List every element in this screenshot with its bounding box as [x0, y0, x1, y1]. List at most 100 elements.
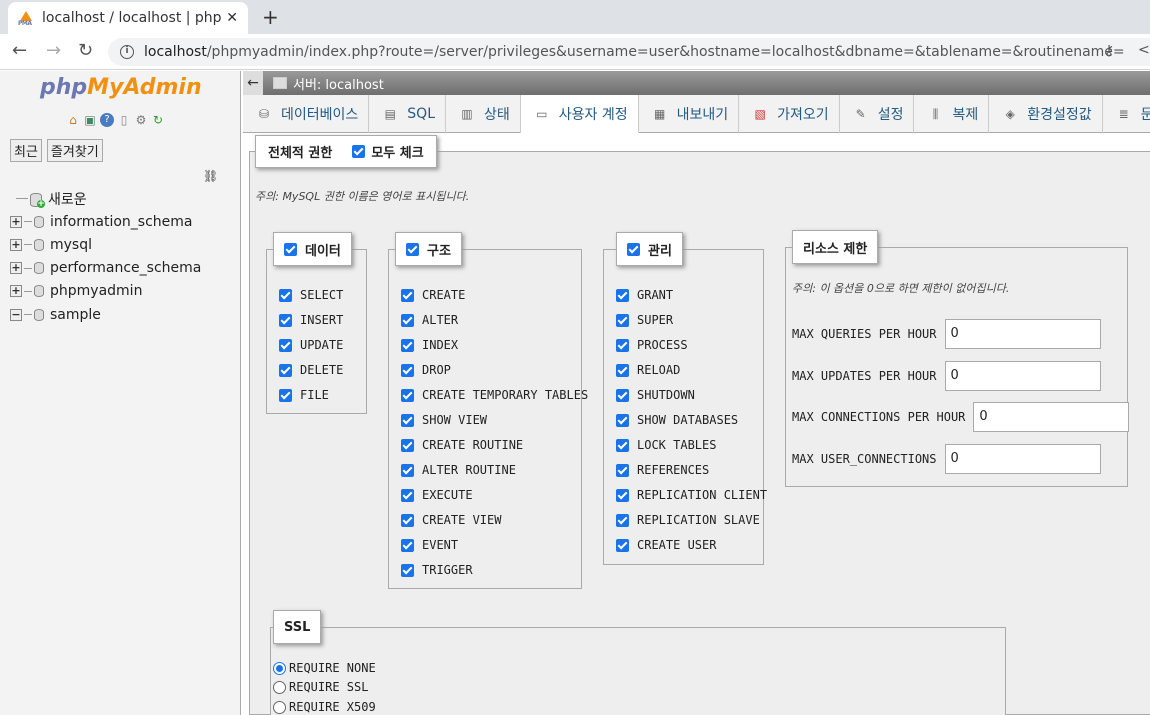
- privilege-execute[interactable]: EXECUTE: [401, 488, 473, 502]
- privilege-alter[interactable]: ALTER: [401, 313, 458, 327]
- privilege-replication-client[interactable]: REPLICATION CLIENT: [616, 488, 767, 502]
- checkbox[interactable]: [279, 288, 292, 302]
- checkbox[interactable]: [279, 388, 292, 402]
- structure-privileges-legend[interactable]: 구조: [395, 232, 462, 266]
- privilege-grant[interactable]: GRANT: [616, 288, 673, 302]
- privilege-event[interactable]: EVENT: [401, 538, 458, 552]
- settings-gear-icon[interactable]: ⚙: [134, 113, 148, 127]
- tab-import[interactable]: ▧ 가져오기: [739, 95, 840, 133]
- max-connections-input[interactable]: 0: [973, 402, 1130, 432]
- expand-plus-icon[interactable]: +: [10, 215, 22, 228]
- privilege-create-routine[interactable]: CREATE ROUTINE: [401, 438, 523, 452]
- home-icon[interactable]: ⌂: [66, 113, 80, 127]
- privilege-file[interactable]: FILE: [279, 388, 329, 402]
- new-tab-button[interactable]: +: [262, 5, 279, 29]
- privilege-update[interactable]: UPDATE: [279, 338, 343, 352]
- favorites-button[interactable]: 즐겨찾기: [46, 139, 103, 162]
- checkbox[interactable]: [616, 388, 629, 402]
- expand-plus-icon[interactable]: +: [10, 238, 22, 251]
- privilege-index[interactable]: INDEX: [401, 338, 458, 352]
- checkbox[interactable]: [279, 313, 292, 327]
- checkbox[interactable]: [616, 438, 629, 452]
- checkbox[interactable]: [401, 563, 414, 577]
- collapse-minus-icon[interactable]: −: [10, 308, 22, 321]
- radio-button[interactable]: [273, 661, 286, 675]
- checkbox[interactable]: [616, 513, 629, 527]
- recent-button[interactable]: 최근: [10, 139, 42, 162]
- checkbox[interactable]: [616, 413, 629, 427]
- privilege-trigger[interactable]: TRIGGER: [401, 563, 473, 577]
- tree-item-sample[interactable]: − sample: [10, 303, 201, 326]
- ssl-require-ssl[interactable]: REQUIRE SSL: [273, 680, 368, 694]
- checkbox[interactable]: [401, 538, 414, 552]
- privilege-lock-tables[interactable]: LOCK TABLES: [616, 438, 716, 452]
- privilege-alter-routine[interactable]: ALTER ROUTINE: [401, 463, 516, 477]
- checkbox[interactable]: [401, 488, 414, 502]
- share-icon[interactable]: <: [1138, 42, 1150, 58]
- privilege-create-temporary-tables[interactable]: CREATE TEMPORARY TABLES: [401, 388, 588, 402]
- tab-sql[interactable]: ▤ SQL: [369, 95, 446, 133]
- tree-item-mysql[interactable]: + mysql: [10, 233, 201, 256]
- checkbox[interactable]: [401, 463, 414, 477]
- checkbox[interactable]: [401, 513, 414, 527]
- privilege-replication-slave[interactable]: REPLICATION SLAVE: [616, 513, 760, 527]
- structure-check-all-checkbox[interactable]: [406, 242, 419, 256]
- tree-item-performance-schema[interactable]: + performance_schema: [10, 257, 201, 280]
- admin-privileges-legend[interactable]: 관리: [616, 232, 683, 266]
- tree-item-information-schema[interactable]: + information_schema: [10, 210, 201, 233]
- ssl-require-none[interactable]: REQUIRE NONE: [273, 661, 376, 675]
- checkbox[interactable]: [401, 438, 414, 452]
- privilege-shutdown[interactable]: SHUTDOWN: [616, 388, 695, 402]
- checkbox[interactable]: [401, 338, 414, 352]
- help-icon[interactable]: ?: [100, 113, 114, 127]
- forward-arrow-icon[interactable]: →: [46, 40, 61, 61]
- checkbox[interactable]: [616, 338, 629, 352]
- close-tab-icon[interactable]: ✕: [226, 10, 238, 26]
- privilege-insert[interactable]: INSERT: [279, 313, 343, 327]
- privilege-create-user[interactable]: CREATE USER: [616, 538, 716, 552]
- tab-settings[interactable]: ✎ 설정: [840, 95, 915, 133]
- checkbox[interactable]: [616, 463, 629, 477]
- reload-icon[interactable]: ↻: [78, 40, 93, 61]
- data-check-all-checkbox[interactable]: [284, 242, 297, 256]
- ssl-require-x509[interactable]: REQUIRE X509: [273, 700, 376, 714]
- privilege-create-view[interactable]: CREATE VIEW: [401, 513, 501, 527]
- checkbox[interactable]: [616, 363, 629, 377]
- url-input[interactable]: i localhost/phpmyadmin/index.php?route=/…: [108, 38, 1150, 66]
- phpmyadmin-logo[interactable]: phpMyAdmin: [40, 75, 202, 100]
- checkbox[interactable]: [401, 363, 414, 377]
- privilege-drop[interactable]: DROP: [401, 363, 451, 377]
- tab-user-accounts[interactable]: ▭ 사용자 계정: [520, 95, 639, 133]
- expand-plus-icon[interactable]: +: [10, 262, 22, 275]
- privilege-delete[interactable]: DELETE: [279, 363, 343, 377]
- checkbox[interactable]: [279, 338, 292, 352]
- checkbox[interactable]: [616, 488, 629, 502]
- privilege-show-databases[interactable]: SHOW DATABASES: [616, 413, 738, 427]
- checkbox[interactable]: [401, 388, 414, 402]
- tab-variables[interactable]: ◈ 환경설정값: [989, 95, 1103, 133]
- check-all-checkbox[interactable]: [352, 145, 366, 158]
- checkbox[interactable]: [279, 363, 292, 377]
- expand-plus-icon[interactable]: +: [10, 285, 22, 298]
- checkbox[interactable]: [401, 313, 414, 327]
- tab-databases[interactable]: ⛁ 데이터베이스: [243, 95, 370, 133]
- data-privileges-legend[interactable]: 데이터: [273, 232, 352, 266]
- server-label[interactable]: 서버: localhost: [293, 74, 384, 93]
- max-user-connections-input[interactable]: 0: [944, 444, 1101, 474]
- collapse-nav-arrow-icon[interactable]: ←: [243, 71, 263, 95]
- docs-icon[interactable]: ▯: [117, 113, 131, 127]
- link-chain-icon[interactable]: ⛓: [203, 169, 218, 183]
- check-all[interactable]: 모두 체크: [352, 142, 424, 161]
- tab-replication[interactable]: ⫼ 복제: [914, 95, 990, 133]
- privilege-references[interactable]: REFERENCES: [616, 463, 709, 477]
- checkbox[interactable]: [616, 538, 629, 552]
- tree-item-new[interactable]: 새로운: [10, 187, 201, 210]
- info-icon[interactable]: i: [120, 45, 134, 59]
- refresh-icon[interactable]: ↻: [151, 113, 165, 127]
- privilege-super[interactable]: SUPER: [616, 313, 673, 327]
- checkbox[interactable]: [616, 288, 629, 302]
- privilege-create[interactable]: CREATE: [401, 288, 465, 302]
- checkbox[interactable]: [616, 313, 629, 327]
- tab-status[interactable]: ▥ 상태: [446, 95, 521, 133]
- max-updates-input[interactable]: 0: [944, 361, 1101, 391]
